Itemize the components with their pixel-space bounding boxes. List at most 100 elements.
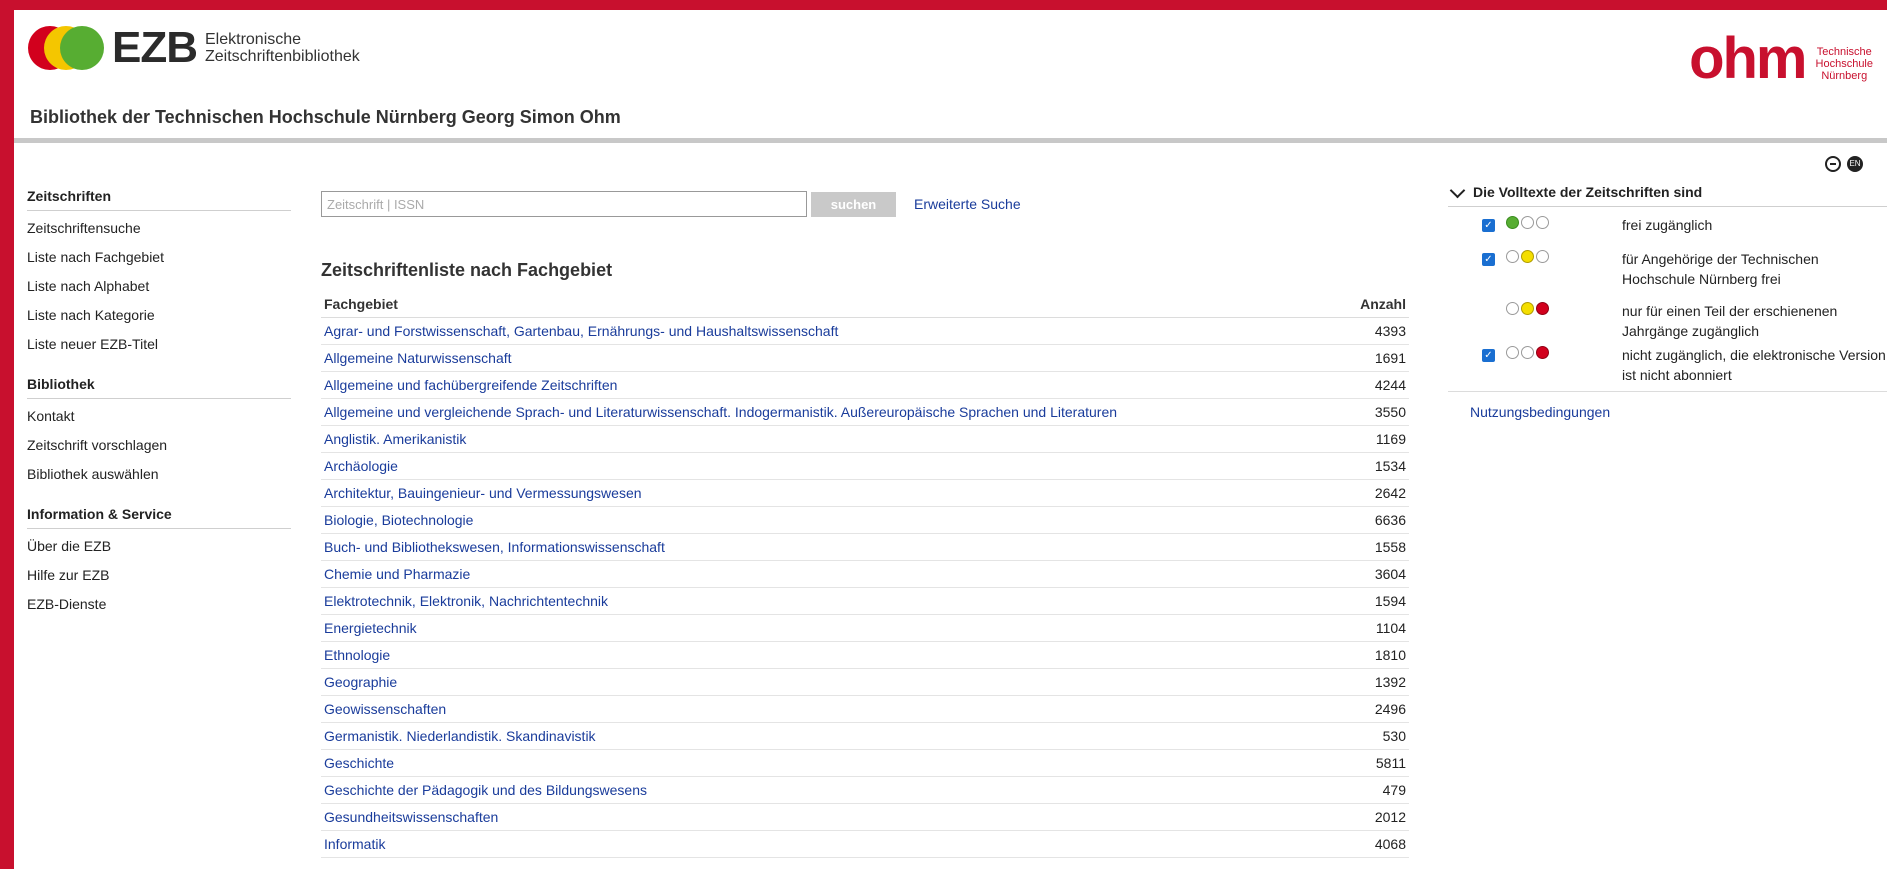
subject-link[interactable]: Geographie (321, 668, 1343, 696)
sidebar-item[interactable]: Hilfe zur EZB (27, 566, 291, 595)
journal-count: 3550 (1342, 398, 1409, 426)
subject-link[interactable]: Geschichte der Pädagogik und des Bildung… (321, 776, 1343, 804)
table-row: Allgemeine Naturwissenschaft 1691 (321, 344, 1409, 372)
table-row: Biologie, Biotechnologie 6636 (321, 506, 1409, 534)
subject-link[interactable]: Buch- und Bibliothekswesen, Informations… (321, 533, 1343, 561)
traffic-light-icon (1506, 346, 1549, 359)
legend-checkbox[interactable]: ✓ (1482, 219, 1495, 232)
legend-description: für Angehörige der Technischen Hochschule… (1622, 251, 1819, 287)
language-en-icon[interactable]: EN (1847, 156, 1863, 172)
subject-link[interactable]: Energietechnik (321, 614, 1343, 642)
subject-link[interactable]: Archäologie (321, 452, 1343, 480)
ezb-logo-subtitle: Elektronische Zeitschriftenbibliothek (205, 31, 360, 65)
sidebar-item[interactable]: Liste neuer EZB-Titel (27, 335, 291, 364)
subject-link[interactable]: Allgemeine und fachübergreifende Zeitsch… (321, 371, 1343, 399)
advanced-search-link[interactable]: Erweiterte Suche (914, 196, 1021, 212)
journal-count: 5811 (1342, 749, 1409, 777)
table-row: Germanistik. Niederlandistik. Skandinavi… (321, 722, 1409, 750)
subject-link[interactable]: Geowissenschaften (321, 695, 1343, 723)
table-row: Gesundheitswissenschaften 2012 (321, 803, 1409, 831)
table-row: Buch- und Bibliothekswesen, Informations… (321, 533, 1409, 561)
sidebar-item[interactable]: EZB-Dienste (27, 595, 291, 624)
sidebar-group: Bibliothek Kontakt Zeitschrift vorschlagen… (27, 376, 291, 494)
ezb-logo[interactable]: EZB Elektronische Zeitschriftenbibliothe… (28, 22, 360, 74)
list-title: Zeitschriftenliste nach Fachgebiet (321, 260, 613, 280)
subject-link[interactable]: Agrar- und Forstwissenschaft, Gartenbau,… (321, 317, 1343, 345)
journal-count: 4393 (1342, 317, 1409, 345)
search-button[interactable]: suchen (811, 191, 896, 217)
journal-count: 479 (1342, 776, 1409, 804)
page-header: EZB Elektronische Zeitschriftenbibliothe… (14, 10, 1887, 138)
traffic-light-dot-icon (1521, 302, 1534, 315)
sidebar-group: Zeitschriften Zeitschriftensuche Liste nac… (27, 188, 291, 364)
journal-count: 1691 (1342, 344, 1409, 372)
journal-count: 1392 (1342, 668, 1409, 696)
chevron-down-icon (1449, 182, 1466, 198)
journal-count: 1558 (1342, 533, 1409, 561)
traffic-light-dot-icon (1506, 216, 1519, 229)
sidebar-navigation: Zeitschriften Zeitschriftensuche Liste nac… (27, 188, 291, 636)
journal-count: 1594 (1342, 587, 1409, 615)
traffic-light-icon (1506, 216, 1549, 229)
sidebar-item[interactable]: Zeitschriftensuche (27, 219, 291, 248)
ezb-traffic-light-icon (28, 26, 108, 70)
sidebar-group-title: Information & Service (27, 506, 291, 529)
sidebar-group-title: Bibliothek (27, 376, 291, 399)
journal-count: 2496 (1342, 695, 1409, 723)
subject-link[interactable]: Geschichte (321, 749, 1343, 777)
subject-link[interactable]: Chemie und Pharmazie (321, 560, 1343, 588)
sidebar-item[interactable]: Kontakt (27, 407, 291, 436)
table-header-row: Fachgebiet Anzahl (321, 291, 1409, 318)
terms-of-use-link[interactable]: Nutzungsbedingungen (1470, 404, 1887, 420)
legend-description: nicht zugänglich, die elektronische Vers… (1622, 347, 1886, 383)
sidebar-item[interactable]: Liste nach Fachgebiet (27, 248, 291, 277)
header-divider (14, 138, 1887, 143)
journal-count: 1810 (1342, 641, 1409, 669)
traffic-light-dot-icon (1536, 346, 1549, 359)
legend-item: ✓ frei zugänglich (1448, 213, 1887, 245)
legend-checkbox[interactable]: ✓ (1482, 349, 1495, 362)
journal-count: 4068 (1342, 830, 1409, 858)
subject-table: Fachgebiet Anzahl Agrar- und Forstwissen… (321, 291, 1409, 858)
ohm-logo[interactable]: ohm Technische Hochschule Nürnberg (1689, 30, 1873, 88)
traffic-light-dot-icon (1506, 250, 1519, 263)
journal-count: 4244 (1342, 371, 1409, 399)
table-row: Energietechnik 1104 (321, 614, 1409, 642)
sidebar-item[interactable]: Über die EZB (27, 537, 291, 566)
subject-link[interactable]: Informatik (321, 830, 1343, 858)
sidebar-item[interactable]: Bibliothek auswählen (27, 465, 291, 494)
journal-count: 1104 (1342, 614, 1409, 642)
legend-header[interactable]: Die Volltexte der Zeitschriften sind (1448, 182, 1887, 207)
legend-checkbox[interactable]: ✓ (1482, 253, 1495, 266)
access-legend: Die Volltexte der Zeitschriften sind ✓ fr… (1448, 182, 1887, 420)
subject-link[interactable]: Germanistik. Niederlandistik. Skandinavi… (321, 722, 1343, 750)
legend-title: Die Volltexte der Zeitschriften sind (1473, 184, 1703, 200)
journal-count: 530 (1342, 722, 1409, 750)
subject-link[interactable]: Gesundheitswissenschaften (321, 803, 1343, 831)
traffic-light-icon (1506, 250, 1549, 263)
subject-link[interactable]: Architektur, Bauingenieur- und Vermessun… (321, 479, 1343, 507)
subject-link[interactable]: Ethnologie (321, 641, 1343, 669)
subject-link[interactable]: Allgemeine Naturwissenschaft (321, 344, 1343, 372)
contrast-toggle-icon[interactable] (1825, 156, 1841, 172)
library-title: Bibliothek der Technischen Hochschule Nü… (30, 107, 621, 127)
traffic-light-icon (1506, 302, 1549, 315)
ezb-logo-word: EZB (112, 23, 198, 72)
search-input[interactable] (321, 191, 807, 217)
table-row: Archäologie 1534 (321, 452, 1409, 480)
subject-link[interactable]: Biologie, Biotechnologie (321, 506, 1343, 534)
column-header-subject: Fachgebiet (321, 291, 1343, 318)
sidebar-item[interactable]: Zeitschrift vorschlagen (27, 436, 291, 465)
subject-link[interactable]: Allgemeine und vergleichende Sprach- und… (321, 398, 1343, 426)
frame-top-bar (0, 0, 1887, 10)
table-row: Geschichte 5811 (321, 749, 1409, 777)
subject-link[interactable]: Elektrotechnik, Elektronik, Nachrichtent… (321, 587, 1343, 615)
table-row: Geographie 1392 (321, 668, 1409, 696)
legend-divider (1448, 391, 1887, 392)
sidebar-group: Information & Service Über die EZB Hilfe z… (27, 506, 291, 624)
sidebar-item[interactable]: Liste nach Alphabet (27, 277, 291, 306)
journal-count: 1169 (1342, 425, 1409, 453)
journal-count: 2642 (1342, 479, 1409, 507)
subject-link[interactable]: Anglistik. Amerikanistik (321, 425, 1343, 453)
sidebar-item[interactable]: Liste nach Kategorie (27, 306, 291, 335)
